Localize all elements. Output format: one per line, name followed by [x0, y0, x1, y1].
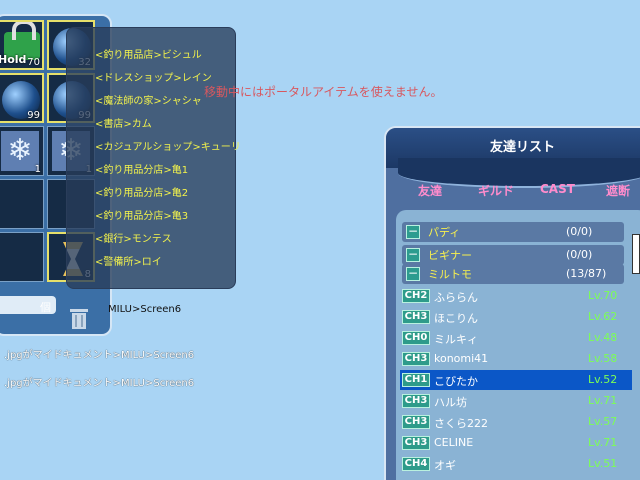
group-count: (0/0) [566, 248, 593, 261]
portal-menu-item[interactable]: <カジュアルショップ>キューリ [95, 136, 241, 159]
inventory-slot[interactable]: 99 [0, 73, 44, 123]
item-quantity: 99 [27, 110, 40, 121]
channel-badge: CH1 [402, 373, 430, 387]
friend-row[interactable]: CH3 ほこりん Lv.62 [400, 307, 632, 327]
group-row-mirutomo[interactable]: − ミルトモ (13/87) [402, 264, 624, 284]
system-message: 移動中にはポータルアイテムを使えません。 [204, 85, 443, 99]
channel-badge: CH3 [402, 310, 430, 324]
channel-badge: CH3 [402, 394, 430, 408]
friend-level: Lv.52 [588, 373, 618, 386]
friend-level: Lv.70 [588, 289, 618, 302]
collapse-icon[interactable]: − [406, 225, 420, 239]
tab-friends[interactable]: 友達 [418, 182, 442, 199]
channel-badge: CH3 [402, 352, 430, 366]
item-quantity: 70 [27, 57, 40, 68]
trash-icon[interactable] [68, 306, 90, 330]
friend-list-tabs: 友達 ギルド CAST 遮断 [386, 182, 640, 206]
friend-level: Lv.71 [588, 394, 618, 407]
tab-cast[interactable]: CAST [540, 182, 575, 196]
inventory-slot[interactable] [0, 179, 44, 229]
friend-level: Lv.48 [588, 331, 618, 344]
group-name: パディ [428, 226, 461, 239]
group-row-party[interactable]: − パディ (0/0) [402, 222, 624, 242]
portal-menu-item[interactable]: <警備所>ロイ [95, 251, 235, 274]
collapse-icon[interactable]: − [406, 248, 420, 262]
friend-name: ハル坊 [434, 396, 467, 409]
friend-row[interactable]: CH3 konomi41 Lv.58 [400, 349, 632, 369]
channel-badge: CH2 [402, 289, 430, 303]
friend-list-body: − パディ (0/0) − ビギナー (0/0) − ミルトモ (13/87) … [396, 210, 640, 480]
inventory-unit-label: 個 [40, 301, 51, 314]
friend-name: こびたか [434, 375, 478, 388]
friend-row[interactable]: CH0 ミルキィ Lv.48 [400, 328, 632, 348]
hold-label: Hold [0, 53, 27, 66]
portal-menu-item[interactable]: <銀行>モンテス [95, 228, 235, 251]
item-quantity: 1 [34, 164, 41, 175]
friend-level: Lv.51 [588, 457, 618, 470]
portal-menu-item[interactable]: <釣り用品分店>亀3 [95, 205, 235, 228]
tab-guild[interactable]: ギルド [478, 182, 514, 199]
friend-row[interactable]: CH2 ふららん Lv.70 [400, 286, 632, 306]
portal-menu-item[interactable]: <書店>カム [95, 113, 235, 136]
friend-level: Lv.71 [588, 436, 618, 449]
portal-menu-item[interactable]: <釣り用品分店>亀2 [95, 182, 235, 205]
friend-name: konomi41 [434, 352, 489, 365]
inventory-slot[interactable] [0, 232, 44, 282]
chat-line: .jpgがマイドキュメント>MILU>Screen6 [4, 350, 195, 361]
friend-name: オギ [434, 459, 456, 472]
friend-name: ふららん [434, 291, 478, 304]
chat-line: MILU>Screen6 [108, 304, 182, 315]
portal-menu-item[interactable]: <釣り用品分店>亀1 [95, 159, 235, 182]
friend-name: ミルキィ [434, 333, 478, 346]
chat-line: .jpgがマイドキュメント>MILU>Screen6 [4, 378, 195, 389]
friend-name: さくら222 [434, 417, 488, 430]
friend-level: Lv.62 [588, 310, 618, 323]
channel-badge: CH3 [402, 415, 430, 429]
portal-menu-item[interactable]: <釣り用品店>ビシュル [95, 44, 235, 67]
group-count: (13/87) [566, 267, 607, 280]
inventory-slot[interactable]: Hold 70 [0, 20, 44, 70]
inventory-slot[interactable]: ❄ 1 [0, 126, 44, 176]
group-row-beginner[interactable]: − ビギナー (0/0) [402, 245, 624, 265]
snow-item-icon: ❄ [1, 131, 39, 171]
group-name: ビギナー [428, 249, 472, 262]
friend-list-title: 友達リスト [490, 140, 556, 155]
channel-badge: CH4 [402, 457, 430, 471]
friend-row[interactable]: CH3 さくら222 Lv.57 [400, 412, 632, 432]
friend-level: Lv.57 [588, 415, 618, 428]
friend-row[interactable]: CH3 CELINE Lv.71 [400, 433, 632, 453]
tab-block[interactable]: 遮断 [606, 182, 630, 199]
friend-level: Lv.58 [588, 352, 618, 365]
channel-badge: CH3 [402, 436, 430, 450]
friend-row-selected[interactable]: CH1 こびたか Lv.52 [400, 370, 632, 390]
channel-badge: CH0 [402, 331, 430, 345]
group-name: ミルトモ [428, 268, 472, 281]
friend-name: CELINE [434, 436, 474, 449]
friend-list-window: 友達リスト 友達 ギルド CAST 遮断 − パディ (0/0) − ビギナー … [384, 126, 640, 480]
friend-name: ほこりん [434, 312, 478, 325]
friend-row[interactable]: CH4 オギ Lv.51 [400, 454, 632, 474]
scrollbar-stub[interactable] [632, 234, 640, 274]
group-count: (0/0) [566, 225, 593, 238]
friend-row[interactable]: CH3 ハル坊 Lv.71 [400, 391, 632, 411]
portal-destination-menu: <釣り用品店>ビシュル <ドレスショップ>レイン <魔法師の家>シャシャ <書店… [66, 27, 241, 289]
collapse-icon[interactable]: − [406, 267, 420, 281]
